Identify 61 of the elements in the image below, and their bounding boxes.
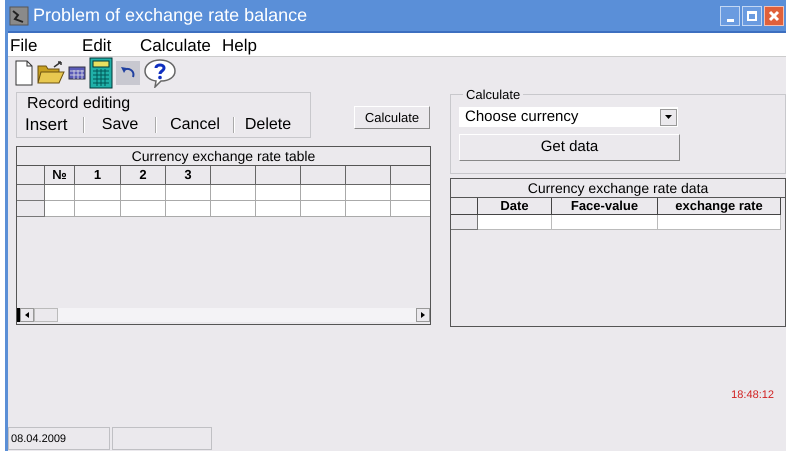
scroll-left-button[interactable]	[20, 308, 34, 322]
table-cell	[75, 201, 121, 217]
status-date: 08.04.2009	[8, 427, 110, 450]
clock-text: 18:48:12	[731, 388, 774, 403]
table-cell	[346, 201, 391, 217]
open-folder-icon[interactable]	[37, 61, 65, 85]
column-header: exchange rate	[658, 198, 781, 215]
table-cell	[211, 185, 256, 201]
table-cell	[301, 185, 346, 201]
menu-item[interactable]: Calculate	[138, 36, 220, 56]
window-title: Problem of exchange rate balance	[33, 4, 308, 27]
group-legend: Calculate	[463, 88, 524, 102]
currency-select[interactable]: Choose currency	[459, 107, 678, 127]
table-cell	[346, 185, 391, 201]
record-button[interactable]: Delete	[235, 114, 301, 136]
column-header	[256, 166, 301, 185]
table-cell	[166, 185, 211, 201]
calculator-icon[interactable]	[89, 57, 113, 89]
app-icon	[9, 6, 29, 26]
close-icon	[768, 10, 780, 22]
table-cell	[75, 185, 121, 201]
scroll-thumb[interactable]	[34, 308, 58, 322]
table-cell	[121, 201, 166, 217]
new-document-icon[interactable]	[14, 60, 34, 86]
table-cell	[45, 185, 75, 201]
column-header	[346, 166, 391, 185]
record-button[interactable]: Cancel	[157, 114, 233, 136]
record-button[interactable]: Insert	[25, 114, 83, 136]
table-cell	[256, 185, 301, 201]
close-button[interactable]	[764, 6, 784, 26]
table-cell	[256, 201, 301, 217]
column-header: Face-value	[552, 198, 658, 215]
menu-item[interactable]: Help	[220, 36, 270, 56]
caret-icon	[665, 115, 672, 119]
menu-item[interactable]: File	[8, 36, 80, 56]
minimize-button[interactable]	[720, 6, 740, 26]
calculate-button[interactable]: Calculate	[354, 106, 430, 129]
column-header	[211, 166, 256, 185]
table-cell	[45, 201, 75, 217]
help-icon[interactable]	[143, 58, 177, 88]
column-header: 1	[75, 166, 121, 185]
table-cell	[211, 201, 256, 217]
column-header	[301, 166, 346, 185]
table-cell	[391, 185, 430, 201]
table-cell	[166, 201, 211, 217]
column-header: №	[45, 166, 75, 185]
menu-item[interactable]: Edit	[80, 36, 138, 56]
panel-label: Record editing	[27, 94, 132, 114]
record-button[interactable]: Save	[85, 114, 155, 136]
column-header: Date	[478, 198, 552, 215]
table-cell	[301, 201, 346, 217]
maximize-button[interactable]	[742, 6, 762, 26]
column-header: 3	[166, 166, 211, 185]
right-arrow-icon	[421, 312, 425, 318]
table-cell	[121, 185, 166, 201]
column-header: 2	[121, 166, 166, 185]
undo-icon[interactable]	[116, 61, 140, 85]
left-arrow-icon	[25, 312, 29, 318]
get-data-button[interactable]: Get data	[459, 134, 680, 161]
scroll-right-button[interactable]	[416, 308, 430, 322]
table-cell	[391, 201, 430, 217]
